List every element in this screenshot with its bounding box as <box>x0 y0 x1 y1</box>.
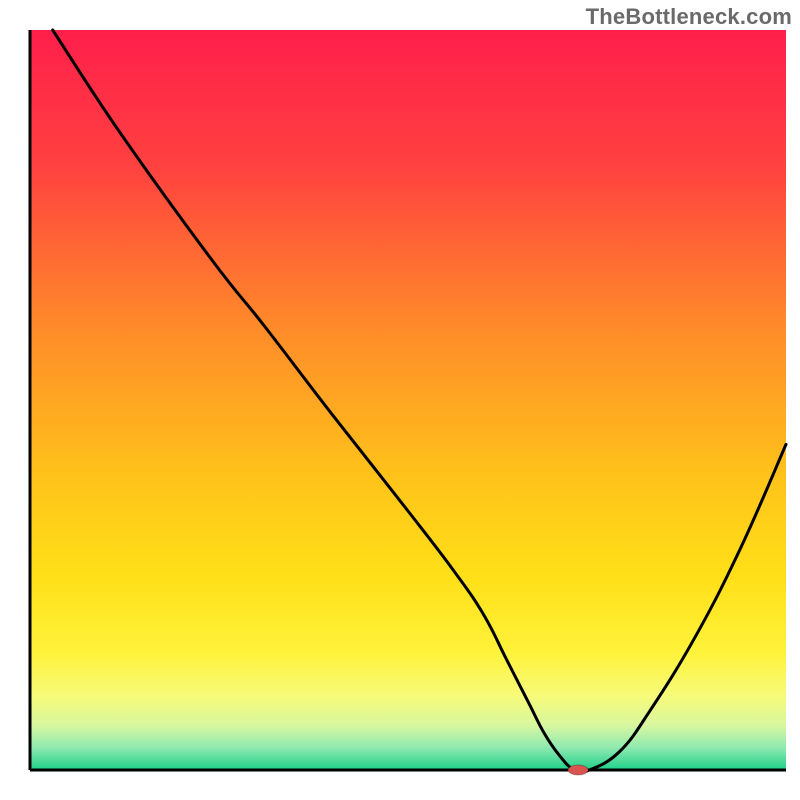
chart-container: TheBottleneck.com <box>0 0 800 800</box>
chart-svg <box>0 0 800 800</box>
optimal-marker <box>568 765 588 775</box>
watermark-text: TheBottleneck.com <box>586 4 792 30</box>
plot-background <box>30 30 786 770</box>
